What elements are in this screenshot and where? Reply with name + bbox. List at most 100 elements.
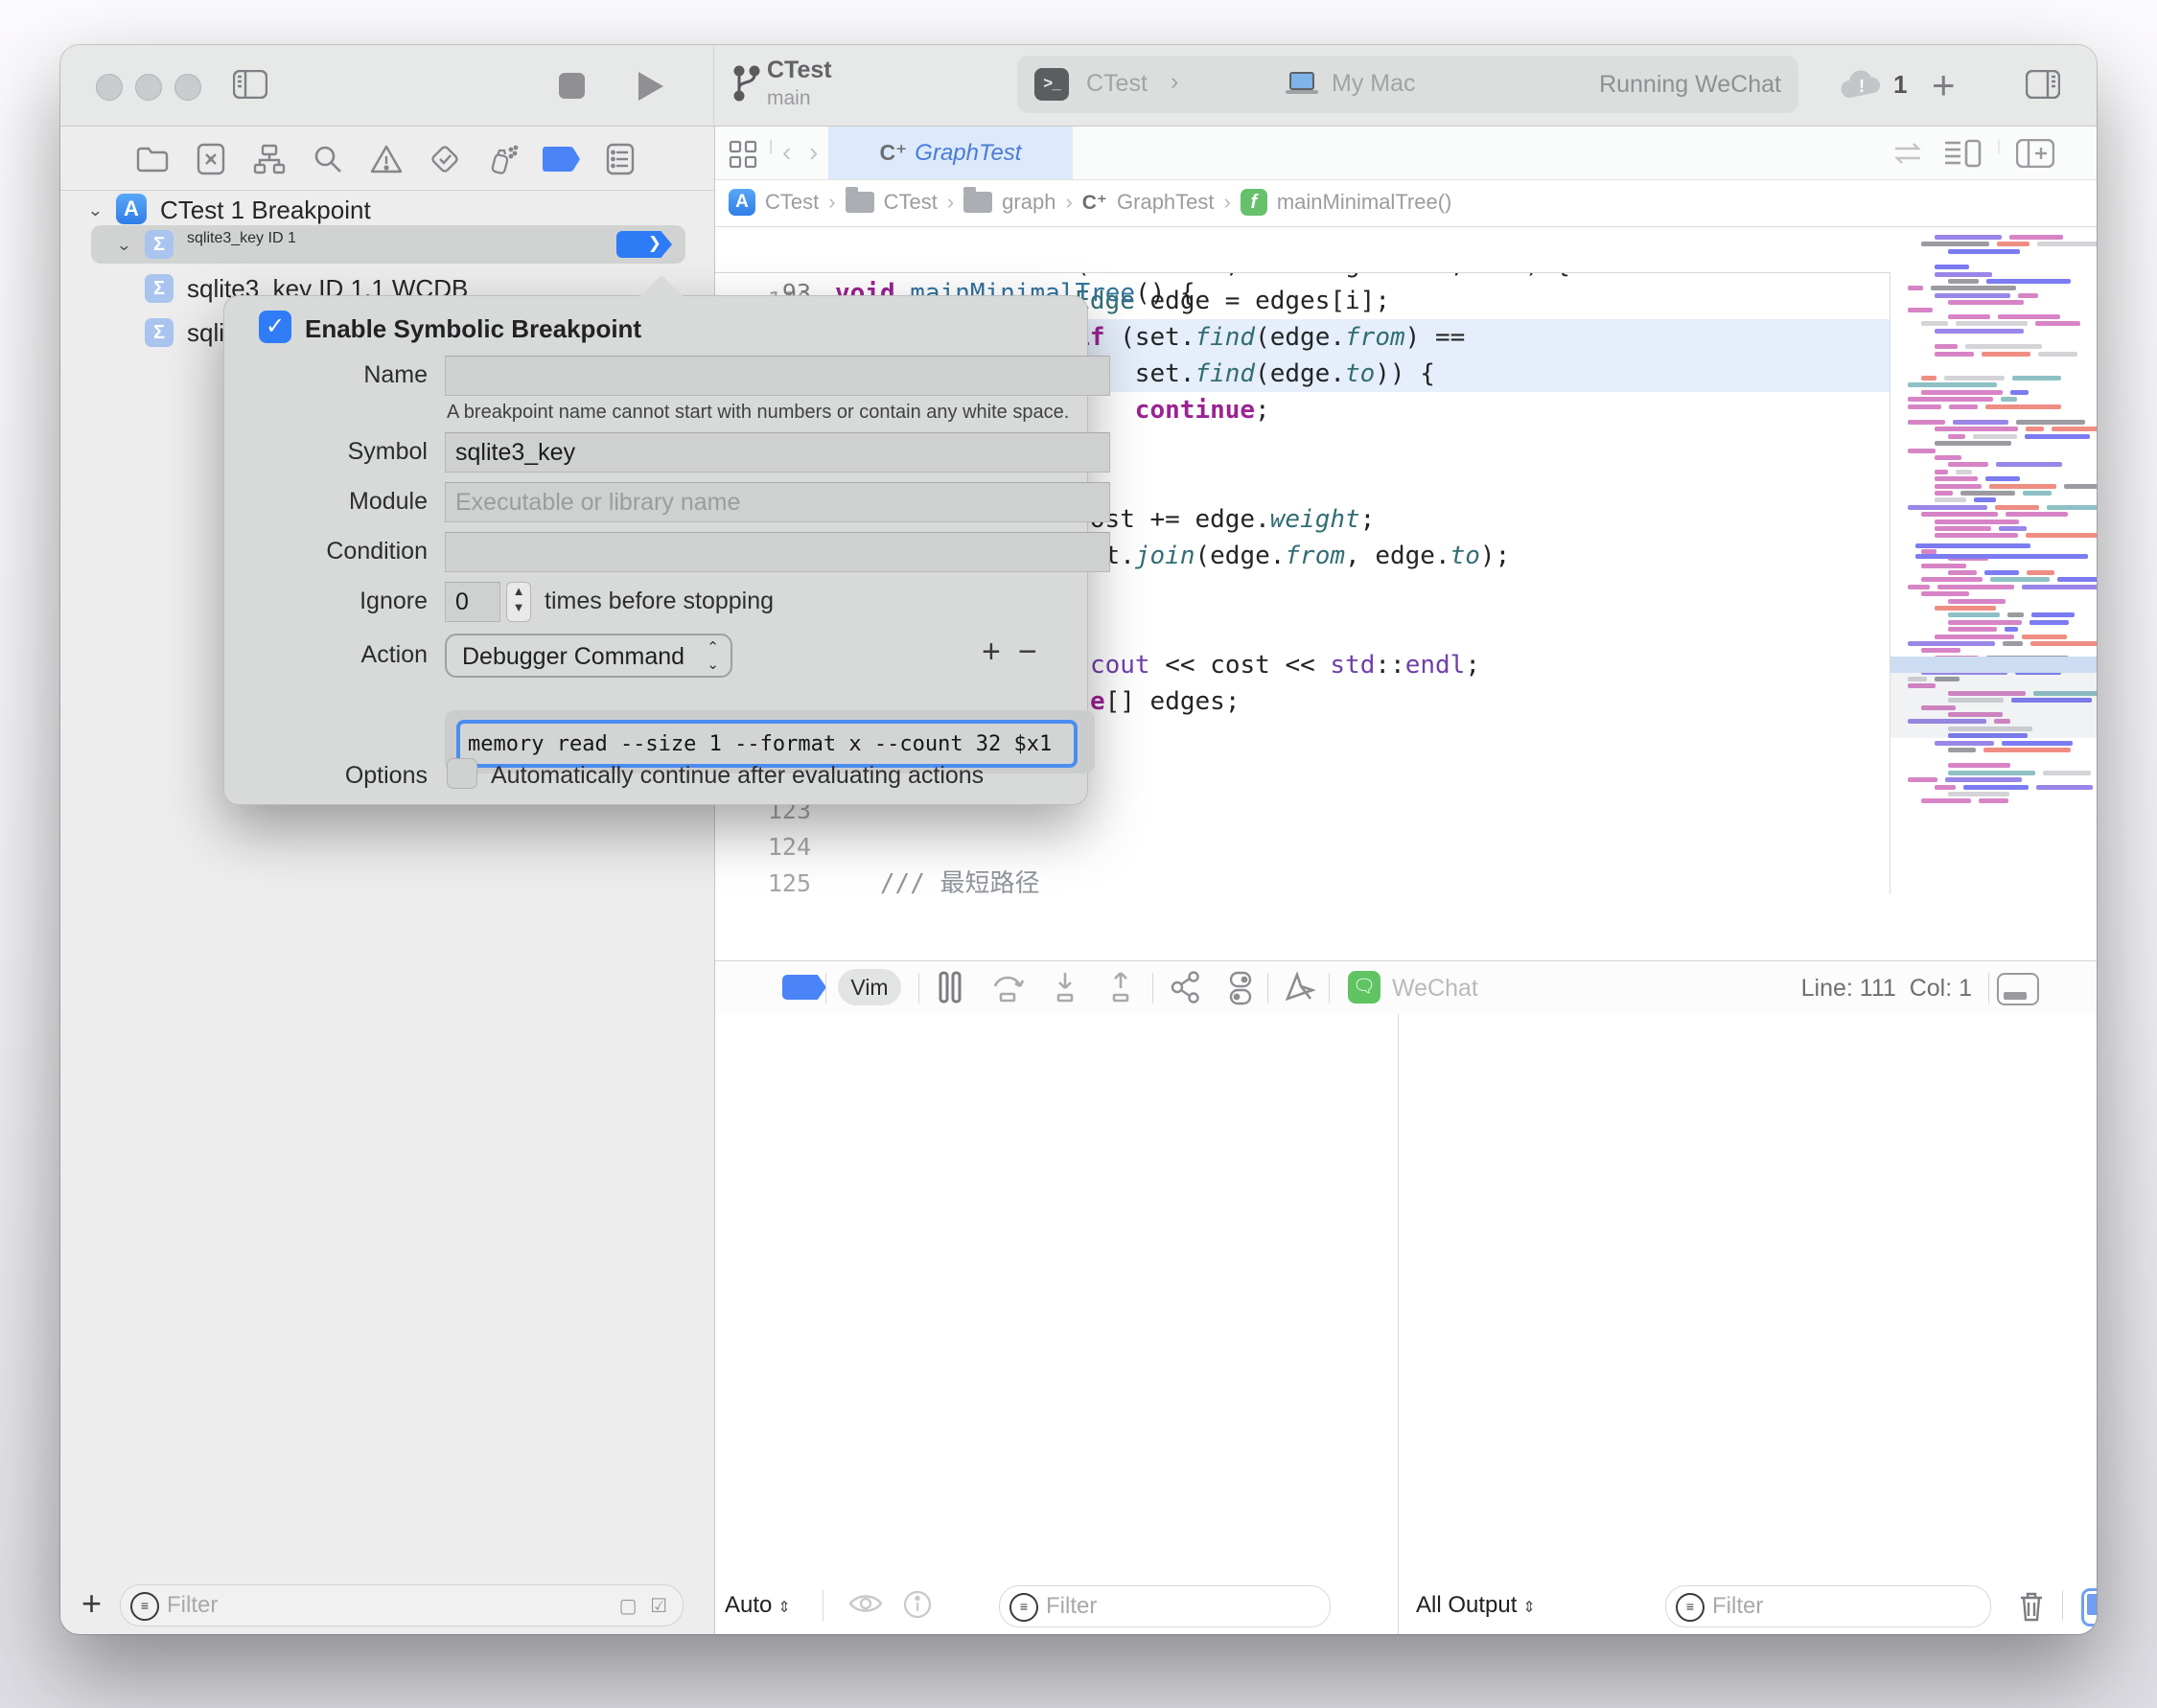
jump-bar[interactable]: ACTest›CTest›graph›C⁺GraphTest›fmainMini…: [715, 180, 2097, 227]
variables-filter-field[interactable]: ≡: [999, 1585, 1331, 1627]
minimap-viewport[interactable]: [1890, 673, 2097, 738]
vim-mode-button[interactable]: Vim: [838, 969, 901, 1005]
debugger-command-field[interactable]: [456, 720, 1078, 768]
breadcrumb-item[interactable]: GraphTest: [1117, 190, 1215, 215]
enable-breakpoint-checkbox[interactable]: ✓: [259, 311, 291, 343]
breakpoint-enabled-toggle[interactable]: [616, 231, 672, 258]
clear-console-icon[interactable]: [2018, 1590, 2045, 1623]
toggle-left-sidebar-icon[interactable]: [233, 70, 267, 99]
disclosure-chevron-icon[interactable]: ⌄: [87, 200, 104, 220]
forward-chevron-icon[interactable]: ›: [809, 137, 818, 168]
minimap-line: [1908, 308, 1933, 312]
breakpoint-navigator-icon[interactable]: [543, 140, 581, 178]
add-editor-split-icon[interactable]: [2016, 139, 2054, 168]
issue-navigator-icon[interactable]: [367, 140, 406, 178]
console-filter-input[interactable]: [1710, 1589, 1892, 1624]
module-input[interactable]: [446, 483, 1109, 521]
tab-graphtest[interactable]: C⁺GraphTest: [828, 127, 1073, 179]
add-action-button[interactable]: +: [982, 634, 1001, 671]
action-dropdown[interactable]: Debugger Command ⌃⌄: [445, 634, 732, 678]
minimap-line: [1990, 577, 2049, 582]
minimap-line: [1908, 505, 1987, 510]
scheme-bar[interactable]: >_ CTest › My Mac Running WeChat: [1017, 56, 1798, 113]
close-window-button[interactable]: [96, 74, 123, 101]
filter-scope-icons[interactable]: ▢ ☑: [619, 1594, 671, 1618]
pause-icon[interactable]: [938, 971, 963, 1004]
breakpoint-row-label[interactable]: sqlite3_key ID 1: [187, 230, 296, 247]
symbol-field[interactable]: [445, 432, 1110, 473]
name-input[interactable]: [446, 357, 1109, 395]
breadcrumb-item[interactable]: CTest: [765, 190, 819, 215]
scheme-name[interactable]: CTest: [1086, 70, 1148, 98]
minimap[interactable]: [1890, 227, 2097, 894]
console-filter-field[interactable]: ≡: [1665, 1585, 1991, 1627]
console-scope-selector[interactable]: All Output⇕: [1416, 1592, 1536, 1619]
symbol-navigator-icon[interactable]: [250, 140, 289, 178]
breadcrumb-separator: ›: [1224, 190, 1231, 215]
ignore-label: Ignore: [284, 588, 428, 615]
step-out-icon[interactable]: [1106, 971, 1135, 1004]
project-row-label[interactable]: CTest 1 Breakpoint: [160, 196, 371, 225]
ignore-count-input[interactable]: [446, 583, 499, 621]
minimap-line: [1921, 512, 1998, 517]
zoom-window-button[interactable]: [174, 74, 201, 101]
ignore-count-field[interactable]: [445, 582, 500, 622]
minimap-line: [1908, 449, 1936, 453]
auto-continue-checkbox[interactable]: [447, 758, 477, 789]
debugger-command-input[interactable]: [460, 724, 1074, 764]
breadcrumb-item[interactable]: graph: [1002, 190, 1055, 215]
condition-input[interactable]: [446, 533, 1109, 571]
report-navigator-icon[interactable]: [601, 140, 639, 178]
breadcrumb-item[interactable]: CTest: [884, 190, 938, 215]
navigator-filter-input[interactable]: [165, 1588, 477, 1623]
breakpoint-row-selected[interactable]: ⌄ Σ sqlite3_key ID 1: [91, 225, 685, 264]
minimap-line: [2037, 242, 2097, 246]
tab-overview-icon[interactable]: [729, 140, 757, 169]
minimize-window-button[interactable]: [135, 74, 162, 101]
adjust-editor-options-icon[interactable]: [1943, 139, 1982, 168]
debug-view-hierarchy-icon[interactable]: [1168, 971, 1202, 1004]
debug-navigator-icon[interactable]: [484, 140, 522, 178]
remove-action-button[interactable]: −: [1018, 634, 1037, 671]
project-row[interactable]: ⌄ A CTest 1 Breakpoint: [60, 191, 714, 229]
minimap-line: [2026, 533, 2097, 538]
add-editor-tab-button[interactable]: +: [1932, 62, 1956, 108]
disclosure-chevron-icon[interactable]: ⌄: [116, 235, 132, 255]
step-over-icon[interactable]: [989, 971, 1026, 1004]
run-button[interactable]: [638, 72, 663, 101]
symbol-input[interactable]: [446, 433, 1109, 472]
ignore-stepper[interactable]: ▲▼: [506, 582, 531, 622]
variables-scope-selector[interactable]: Auto⇕: [725, 1592, 791, 1619]
project-navigator-icon[interactable]: [133, 140, 172, 178]
variables-filter-input[interactable]: [1044, 1589, 1229, 1624]
find-navigator-icon[interactable]: [309, 140, 347, 178]
code-line: 124: [715, 829, 1890, 866]
destination-name[interactable]: My Mac: [1332, 70, 1416, 98]
module-field[interactable]: [445, 482, 1110, 522]
add-breakpoint-button[interactable]: +: [81, 1583, 102, 1624]
minimap-line: [1973, 434, 2017, 439]
breadcrumb: ACTest›CTest›graph›C⁺GraphTest›fmainMini…: [729, 189, 1451, 216]
warning-cloud-icon[interactable]: !: [1839, 69, 1885, 100]
step-into-icon[interactable]: [1051, 971, 1079, 1004]
show-variables-view-toggle[interactable]: [2081, 1588, 2097, 1627]
issue-count[interactable]: 1: [1893, 70, 1907, 100]
toggle-right-sidebar-icon[interactable]: [2026, 70, 2060, 99]
stop-button[interactable]: [559, 73, 585, 99]
minimap-line: [1935, 293, 2010, 298]
breakpoints-activate-toggle[interactable]: [782, 975, 826, 1000]
source-control-navigator-icon[interactable]: [192, 140, 230, 178]
name-field[interactable]: [445, 356, 1110, 396]
related-items-icon[interactable]: [1891, 141, 1924, 166]
condition-field[interactable]: [445, 532, 1110, 572]
info-icon[interactable]: [903, 1590, 932, 1619]
breadcrumb-item[interactable]: mainMinimalTree(): [1277, 190, 1452, 215]
simulate-location-icon[interactable]: [1283, 971, 1315, 1004]
minimap-line: [2007, 612, 2025, 617]
back-chevron-icon[interactable]: ‹: [782, 137, 791, 168]
test-navigator-icon[interactable]: [426, 140, 464, 178]
navigator-filter-field[interactable]: ≡ ▢ ☑: [120, 1584, 684, 1627]
eye-icon[interactable]: [847, 1590, 884, 1617]
debug-memory-graph-icon[interactable]: [1227, 971, 1254, 1005]
hide-debug-area-icon[interactable]: [1997, 973, 2039, 1005]
